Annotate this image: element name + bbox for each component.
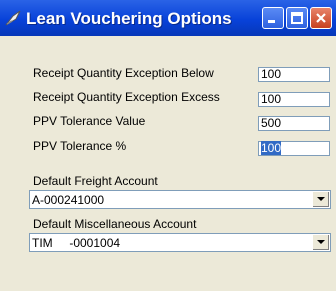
options-panel: Receipt Quantity Exception Below 100 Rec… bbox=[0, 36, 336, 291]
maximize-button[interactable] bbox=[286, 7, 308, 29]
close-icon bbox=[316, 13, 326, 23]
misc-dropdown-button[interactable] bbox=[312, 235, 329, 250]
ppv-tolerance-value-label: PPV Tolerance Value bbox=[33, 114, 146, 128]
chevron-down-icon bbox=[317, 240, 325, 244]
freight-dropdown-button[interactable] bbox=[312, 192, 329, 207]
default-misc-account-label: Default Miscellaneous Account bbox=[33, 217, 197, 231]
app-icon bbox=[5, 10, 21, 26]
window-title: Lean Vouchering Options bbox=[26, 9, 232, 28]
maximize-icon bbox=[291, 12, 303, 24]
minimize-icon bbox=[268, 20, 275, 23]
freight-account-value: A-000241000 bbox=[32, 193, 105, 207]
receipt-qty-below-label: Receipt Quantity Exception Below bbox=[33, 66, 214, 80]
minimize-button[interactable] bbox=[262, 7, 284, 29]
ppv-tolerance-percent-input[interactable]: 100 bbox=[258, 141, 330, 156]
default-misc-account-select[interactable]: TIM -0001004 bbox=[29, 233, 331, 252]
misc-account-value: TIM -0001004 bbox=[32, 236, 121, 250]
close-button[interactable] bbox=[310, 7, 332, 29]
selected-text: 100 bbox=[261, 141, 282, 155]
default-freight-account-label: Default Freight Account bbox=[33, 174, 158, 188]
ppv-tolerance-value-input[interactable]: 500 bbox=[258, 116, 330, 131]
title-bar[interactable]: Lean Vouchering Options bbox=[0, 0, 336, 36]
default-freight-account-select[interactable]: A-000241000 bbox=[29, 190, 331, 209]
receipt-qty-below-input[interactable]: 100 bbox=[258, 67, 330, 82]
ppv-tolerance-percent-label: PPV Tolerance % bbox=[33, 139, 127, 153]
chevron-down-icon bbox=[317, 197, 325, 201]
receipt-qty-excess-label: Receipt Quantity Exception Excess bbox=[33, 90, 220, 104]
lean-vouchering-options-window: Lean Vouchering Options Receipt Quantity… bbox=[0, 0, 336, 291]
receipt-qty-excess-input[interactable]: 100 bbox=[258, 92, 330, 107]
